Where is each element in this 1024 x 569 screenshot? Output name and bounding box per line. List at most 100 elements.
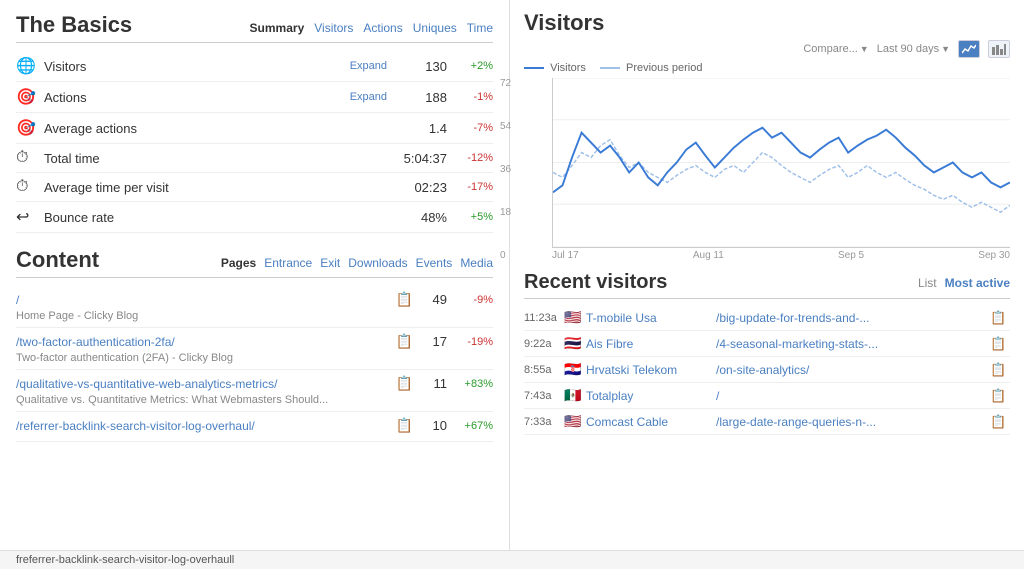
visitor-isp-2[interactable]: Ais Fibre: [586, 337, 716, 351]
visitor-path-4[interactable]: /: [716, 389, 990, 403]
visitor-isp-3[interactable]: Hrvatski Telekom: [586, 363, 716, 377]
visitor-path-2[interactable]: /4-seasonal-marketing-stats-...: [716, 337, 990, 351]
visitor-path-1[interactable]: /big-update-for-trends-and-...: [716, 311, 990, 325]
content-action-icon-1: 📋: [396, 291, 413, 308]
legend-line-previous: [600, 67, 620, 69]
content-count-3: 11: [417, 376, 447, 391]
actions-value: 188: [387, 90, 447, 105]
metrics-list: 🌐 Visitors Expand 130 +2% 🎯 Actions Expa…: [16, 51, 493, 233]
avg-actions-icon: 🎯: [16, 118, 38, 138]
actions-icon: 🎯: [16, 87, 38, 107]
visitors-chart-svg: [553, 78, 1010, 247]
recent-title: Recent visitors: [524, 271, 667, 294]
content-change-2: -19%: [455, 336, 493, 348]
visitor-flag-5: 🇺🇸: [564, 413, 586, 430]
recent-visitors-list: 11:23a 🇺🇸 T-mobile Usa /big-update-for-t…: [524, 305, 1010, 435]
tab-summary[interactable]: Summary: [250, 21, 305, 35]
chart-y-labels: 72 54 36 18 0: [500, 78, 511, 261]
visitors-value: 130: [387, 59, 447, 74]
visitor-flag-2: 🇹🇭: [564, 335, 586, 352]
content-tab-nav: Pages Entrance Exit Downloads Events Med…: [221, 256, 493, 270]
tab-media[interactable]: Media: [460, 256, 493, 270]
bar-chart-button[interactable]: [988, 40, 1010, 58]
visitor-flag-1: 🇺🇸: [564, 309, 586, 326]
content-action-icon-4: 📋: [396, 417, 413, 434]
basics-divider: [16, 42, 493, 43]
visitor-time-1: 11:23a: [524, 312, 564, 324]
content-count-2: 17: [417, 334, 447, 349]
visitor-isp-5[interactable]: Comcast Cable: [586, 415, 716, 429]
visitors-change: +2%: [455, 60, 493, 72]
visitor-row-5: 7:33a 🇺🇸 Comcast Cable /large-date-range…: [524, 409, 1010, 435]
tab-list[interactable]: List: [918, 276, 937, 290]
visitor-isp-1[interactable]: T-mobile Usa: [586, 311, 716, 325]
visitor-row-4: 7:43a 🇲🇽 Totalplay / 📋: [524, 383, 1010, 409]
chart-controls: Compare... ▼ Last 90 days ▼: [524, 40, 1010, 58]
content-link-1[interactable]: /: [16, 293, 396, 307]
tab-time[interactable]: Time: [467, 21, 493, 35]
chart-x-labels: Jul 17 Aug 11 Sep 5 Sep 30: [552, 248, 1010, 261]
tab-downloads[interactable]: Downloads: [348, 256, 407, 270]
content-item-4: /referrer-backlink-search-visitor-log-ov…: [16, 412, 493, 442]
content-section: Content Pages Entrance Exit Downloads Ev…: [16, 247, 493, 442]
avg-actions-value: 1.4: [387, 121, 447, 136]
compare-button[interactable]: Compare... ▼: [803, 43, 868, 55]
visitor-action-1[interactable]: 📋: [990, 310, 1010, 326]
tab-visitors[interactable]: Visitors: [314, 21, 353, 35]
metric-visitors: 🌐 Visitors Expand 130 +2%: [16, 51, 493, 82]
chart-wrapper: [552, 78, 1010, 248]
tab-pages[interactable]: Pages: [221, 256, 256, 270]
avg-time-value: 02:23: [387, 180, 447, 195]
bounce-value: 48%: [387, 210, 447, 225]
visitor-action-3[interactable]: 📋: [990, 362, 1010, 378]
content-action-icon-2: 📋: [396, 333, 413, 350]
tab-events[interactable]: Events: [416, 256, 453, 270]
visitors-header: Visitors: [524, 10, 1010, 40]
content-link-4[interactable]: /referrer-backlink-search-visitor-log-ov…: [16, 419, 396, 433]
visitors-label: Visitors: [44, 59, 344, 74]
visitor-path-3[interactable]: /on-site-analytics/: [716, 363, 990, 377]
legend-visitors: Visitors: [524, 62, 586, 74]
bounce-label: Bounce rate: [44, 210, 387, 225]
visitor-action-5[interactable]: 📋: [990, 414, 1010, 430]
visitor-isp-4[interactable]: Totalplay: [586, 389, 716, 403]
actions-expand[interactable]: Expand: [350, 91, 387, 103]
content-change-4: +67%: [455, 420, 493, 432]
bar-chart-icon: [992, 43, 1006, 55]
content-title: Content: [16, 247, 99, 273]
content-item-3: /qualitative-vs-quantitative-web-analyti…: [16, 370, 493, 412]
visitor-path-5[interactable]: /large-date-range-queries-n-...: [716, 415, 990, 429]
visitor-action-2[interactable]: 📋: [990, 336, 1010, 352]
tab-exit[interactable]: Exit: [320, 256, 340, 270]
content-item-1: / 📋 49 -9% Home Page - Clicky Blog: [16, 286, 493, 328]
visitors-icon: 🌐: [16, 56, 38, 76]
visitor-row-2: 9:22a 🇹🇭 Ais Fibre /4-seasonal-marketing…: [524, 331, 1010, 357]
legend-previous-label: Previous period: [626, 62, 702, 74]
visitor-action-4[interactable]: 📋: [990, 388, 1010, 404]
actions-label: Actions: [44, 90, 344, 105]
line-chart-icon: [962, 43, 976, 55]
content-item-2: /two-factor-authentication-2fa/ 📋 17 -19…: [16, 328, 493, 370]
visitors-section: Visitors Compare... ▼ Last 90 days ▼: [524, 10, 1010, 261]
right-panel: Visitors Compare... ▼ Last 90 days ▼: [510, 0, 1024, 569]
legend-line-visitors: [524, 67, 544, 69]
metric-total-time: ⏱ Total time 5:04:37 -12%: [16, 144, 493, 173]
tab-entrance[interactable]: Entrance: [264, 256, 312, 270]
content-link-2[interactable]: /two-factor-authentication-2fa/: [16, 335, 396, 349]
tab-uniques[interactable]: Uniques: [413, 21, 457, 35]
tab-most-active[interactable]: Most active: [945, 276, 1010, 290]
line-chart-button[interactable]: [958, 40, 980, 58]
content-change-3: +83%: [455, 378, 493, 390]
content-link-3[interactable]: /qualitative-vs-quantitative-web-analyti…: [16, 377, 396, 391]
footer-text: freferrer-backlink-search-visitor-log-ov…: [16, 554, 234, 566]
bounce-change: +5%: [455, 211, 493, 223]
period-button[interactable]: Last 90 days ▼: [877, 43, 950, 55]
content-sub-3: Qualitative vs. Quantitative Metrics: Wh…: [16, 394, 493, 406]
avg-time-label: Average time per visit: [44, 180, 387, 195]
tab-actions[interactable]: Actions: [363, 21, 402, 35]
content-sub-2: Two-factor authentication (2FA) - Clicky…: [16, 352, 493, 364]
avg-time-change: -17%: [455, 181, 493, 193]
metric-actions: 🎯 Actions Expand 188 -1%: [16, 82, 493, 113]
visitors-expand[interactable]: Expand: [350, 60, 387, 72]
avg-actions-label: Average actions: [44, 121, 387, 136]
